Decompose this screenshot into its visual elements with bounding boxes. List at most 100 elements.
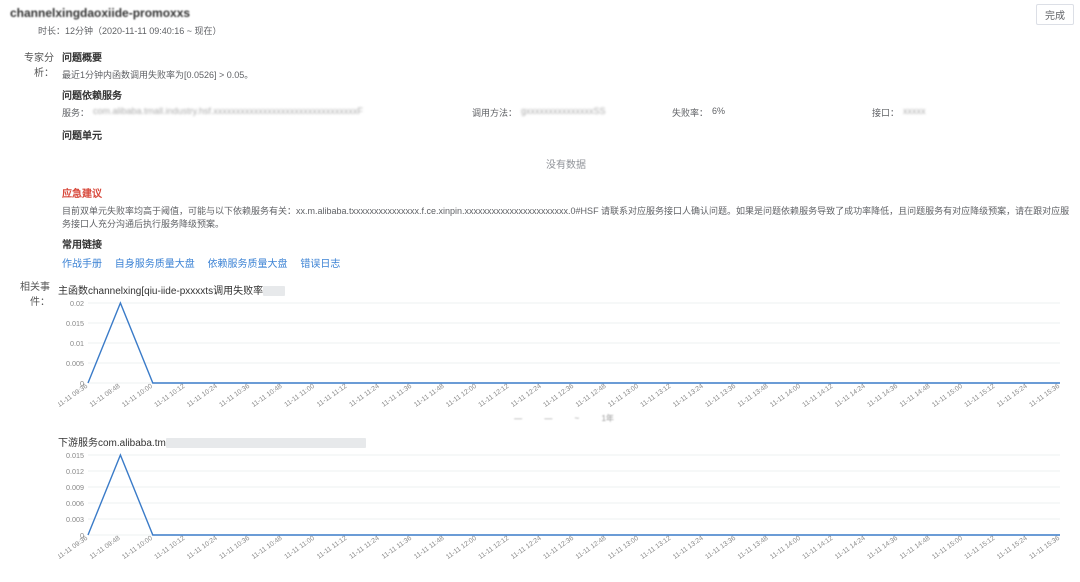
svg-text:11-11 10:12: 11-11 10:12 — [153, 383, 186, 409]
svg-text:11-11 10:12: 11-11 10:12 — [153, 535, 186, 561]
chart1-title: 主函数channelxing[qiu-iide-pxxxxts调用失败率 — [58, 282, 1070, 297]
legend-item[interactable]: 1年 — [601, 414, 613, 423]
related-section: 相关事件： 主函数channelxing[qiu-iide-pxxxxts调用失… — [0, 272, 1080, 573]
svg-text:11-11 11:48: 11-11 11:48 — [413, 383, 446, 409]
chart2-block: 下游服务com.alibaba.tm 00.0030.0060.0090.012… — [58, 434, 1070, 563]
svg-text:11-11 09:48: 11-11 09:48 — [89, 535, 122, 561]
svg-text:11-11 13:00: 11-11 13:00 — [607, 535, 640, 561]
svg-text:0.02: 0.02 — [70, 299, 84, 308]
svg-text:11-11 15:12: 11-11 15:12 — [963, 383, 996, 409]
dep-iface-val: xxxxx — [903, 106, 926, 119]
svg-text:11-11 14:00: 11-11 14:00 — [769, 535, 802, 561]
legend-item[interactable]: — — [514, 414, 522, 423]
svg-text:11-11 11:24: 11-11 11:24 — [348, 535, 381, 561]
overview-text: 最近1分钟内函数调用失败率为[0.0526] > 0.05。 — [62, 68, 1070, 81]
dep-service-key: 服务 — [62, 106, 89, 119]
svg-text:11-11 13:48: 11-11 13:48 — [737, 383, 770, 409]
dep-heading: 问题依赖服务 — [62, 87, 1070, 102]
svg-text:11-11 13:48: 11-11 13:48 — [737, 535, 770, 561]
svg-text:11-11 11:36: 11-11 11:36 — [381, 383, 414, 409]
complete-button[interactable]: 完成 — [1036, 4, 1074, 25]
svg-text:11-11 10:24: 11-11 10:24 — [186, 383, 219, 409]
svg-text:11-11 14:24: 11-11 14:24 — [834, 383, 867, 409]
overview-heading: 问题概要 — [62, 49, 1070, 64]
svg-text:11-11 10:00: 11-11 10:00 — [121, 535, 154, 561]
svg-text:11-11 10:24: 11-11 10:24 — [186, 535, 219, 561]
svg-text:11-11 09:36: 11-11 09:36 — [58, 535, 89, 561]
svg-text:11-11 15:36: 11-11 15:36 — [1028, 383, 1061, 409]
link-error-log[interactable]: 错误日志 — [300, 259, 340, 270]
links-heading: 常用链接 — [62, 236, 1070, 251]
chart2-svg: 00.0030.0060.0090.0120.01511-11 09:3611-… — [58, 451, 1066, 563]
svg-text:11-11 12:48: 11-11 12:48 — [575, 383, 608, 409]
svg-text:11-11 11:12: 11-11 11:12 — [316, 383, 349, 409]
dep-method-key: 调用方法 — [472, 106, 517, 119]
svg-text:0.01: 0.01 — [70, 339, 84, 348]
svg-text:11-11 14:00: 11-11 14:00 — [769, 383, 802, 409]
svg-text:11-11 12:36: 11-11 12:36 — [542, 535, 575, 561]
dep-method-cell: 调用方法 gxxxxxxxxxxxxxxxSS — [472, 106, 672, 119]
svg-text:11-11 10:48: 11-11 10:48 — [251, 535, 284, 561]
unit-heading: 问题单元 — [62, 127, 1070, 142]
svg-text:11-11 09:48: 11-11 09:48 — [89, 383, 122, 409]
svg-text:11-11 12:36: 11-11 12:36 — [542, 383, 575, 409]
svg-text:11-11 11:00: 11-11 11:00 — [283, 383, 316, 409]
svg-text:11-11 11:24: 11-11 11:24 — [348, 383, 381, 409]
dep-iface-key: 接口 — [872, 106, 899, 119]
svg-text:11-11 12:24: 11-11 12:24 — [510, 383, 543, 409]
svg-text:11-11 11:00: 11-11 11:00 — [283, 535, 316, 561]
legend-item[interactable]: — — [544, 414, 552, 423]
svg-text:0.009: 0.009 — [66, 483, 84, 492]
chart1-svg: 00.0050.010.0150.0211-11 09:3611-11 09:4… — [58, 299, 1066, 411]
legend-item[interactable]: ~ — [575, 414, 580, 423]
svg-text:11-11 13:12: 11-11 13:12 — [639, 383, 672, 409]
emergency-body: 目前双单元失败率均高于阈值，可能与以下依赖服务有关：xx.m.alibaba.t… — [62, 204, 1070, 230]
svg-text:11-11 12:24: 11-11 12:24 — [510, 535, 543, 561]
svg-text:0.003: 0.003 — [66, 515, 84, 524]
svg-text:0.006: 0.006 — [66, 499, 84, 508]
header-row: channelxingdaoxiide-promoxxs — [0, 0, 1080, 24]
svg-text:11-11 13:12: 11-11 13:12 — [639, 535, 672, 561]
link-self-dash[interactable]: 自身服务质量大盘 — [115, 259, 195, 270]
svg-text:11-11 13:00: 11-11 13:00 — [607, 383, 640, 409]
svg-text:11-11 13:24: 11-11 13:24 — [672, 535, 705, 561]
svg-text:0.005: 0.005 — [66, 359, 84, 368]
svg-text:11-11 11:36: 11-11 11:36 — [381, 535, 414, 561]
svg-text:11-11 14:48: 11-11 14:48 — [899, 535, 932, 561]
dep-row: 服务 com.alibaba.tmall.industry.hsf.xxxxxx… — [62, 106, 1070, 119]
svg-text:0.015: 0.015 — [66, 451, 84, 460]
svg-text:11-11 11:12: 11-11 11:12 — [316, 535, 349, 561]
chart2-title: 下游服务com.alibaba.tm — [58, 434, 1070, 449]
svg-text:11-11 14:24: 11-11 14:24 — [834, 535, 867, 561]
svg-text:11-11 10:36: 11-11 10:36 — [218, 383, 251, 409]
links-row: 作战手册 自身服务质量大盘 依赖服务质量大盘 错误日志 — [62, 255, 1070, 270]
page-title: channelxingdaoxiide-promoxxs — [10, 6, 190, 20]
link-dep-dash[interactable]: 依赖服务质量大盘 — [208, 259, 288, 270]
svg-text:11-11 09:36: 11-11 09:36 — [58, 383, 89, 409]
link-manual[interactable]: 作战手册 — [62, 259, 102, 270]
dep-fail-cell: 失败率 6% — [672, 106, 872, 119]
svg-text:11-11 12:00: 11-11 12:00 — [445, 383, 478, 409]
expert-label: 专家分析： — [10, 47, 54, 270]
svg-text:11-11 15:24: 11-11 15:24 — [996, 383, 1029, 409]
svg-text:0.012: 0.012 — [66, 467, 84, 476]
dep-method-val: gxxxxxxxxxxxxxxxSS — [521, 106, 606, 119]
dep-service-val: com.alibaba.tmall.industry.hsf.xxxxxxxxx… — [93, 106, 363, 119]
svg-text:11-11 14:48: 11-11 14:48 — [899, 383, 932, 409]
svg-text:11-11 13:24: 11-11 13:24 — [672, 383, 705, 409]
svg-text:11-11 10:00: 11-11 10:00 — [121, 383, 154, 409]
svg-text:11-11 14:36: 11-11 14:36 — [866, 383, 899, 409]
svg-text:11-11 15:00: 11-11 15:00 — [931, 535, 964, 561]
svg-text:11-11 12:00: 11-11 12:00 — [445, 535, 478, 561]
duration-text: 时长：12分钟（2020-11-11 09:40:16 ~ 现在） — [0, 24, 1080, 43]
svg-text:11-11 13:36: 11-11 13:36 — [704, 383, 737, 409]
svg-text:11-11 13:36: 11-11 13:36 — [704, 535, 737, 561]
svg-text:11-11 11:48: 11-11 11:48 — [413, 535, 446, 561]
svg-text:11-11 15:00: 11-11 15:00 — [931, 383, 964, 409]
svg-text:11-11 12:12: 11-11 12:12 — [477, 383, 510, 409]
svg-text:11-11 14:12: 11-11 14:12 — [801, 383, 834, 409]
svg-text:11-11 10:48: 11-11 10:48 — [251, 383, 284, 409]
svg-text:11-11 10:36: 11-11 10:36 — [218, 535, 251, 561]
dep-iface-cell: 接口 xxxxx — [872, 106, 992, 119]
chart1-block: 主函数channelxing[qiu-iide-pxxxxts调用失败率 00.… — [58, 282, 1070, 426]
